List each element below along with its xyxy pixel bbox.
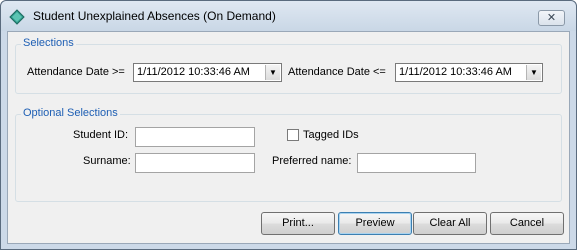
date-to-label: Attendance Date <= — [288, 66, 386, 78]
date-from-label: Attendance Date >= — [27, 66, 125, 78]
preferred-name-label: Preferred name: — [272, 155, 352, 167]
dialog-window: Student Unexplained Absences (On Demand)… — [0, 0, 577, 250]
surname-label: Surname: — [83, 155, 131, 167]
chevron-down-icon[interactable]: ▼ — [526, 65, 541, 80]
student-id-input[interactable] — [135, 127, 255, 147]
student-id-label: Student ID: — [73, 129, 129, 141]
app-icon — [9, 9, 25, 25]
tagged-ids-label[interactable]: Tagged IDs — [303, 129, 359, 141]
date-from-value: 1/11/2012 10:33:46 AM — [137, 66, 250, 78]
surname-input[interactable] — [135, 153, 255, 173]
date-from-picker[interactable]: 1/11/2012 10:33:46 AM ▼ — [133, 63, 282, 82]
selections-group-label: Selections — [21, 37, 76, 49]
preview-button[interactable]: Preview — [338, 212, 412, 235]
close-icon: ✕ — [546, 12, 557, 24]
window-title: Student Unexplained Absences (On Demand) — [33, 9, 276, 23]
cancel-button[interactable]: Cancel — [490, 212, 564, 235]
close-button[interactable]: ✕ — [538, 10, 565, 26]
clear-all-button[interactable]: Clear All — [413, 212, 487, 235]
chevron-down-icon[interactable]: ▼ — [265, 65, 280, 80]
date-to-value: 1/11/2012 10:33:46 AM — [399, 66, 512, 78]
optional-group-label: Optional Selections — [21, 107, 120, 119]
print-button[interactable]: Print... — [261, 212, 335, 235]
preferred-name-input[interactable] — [357, 153, 476, 173]
date-to-picker[interactable]: 1/11/2012 10:33:46 AM ▼ — [395, 63, 543, 82]
dialog-body: Selections Attendance Date >= 1/11/2012 … — [7, 31, 570, 244]
optional-selections-group: Optional Selections Student ID: Tagged I… — [15, 107, 562, 202]
selections-group: Selections Attendance Date >= 1/11/2012 … — [15, 37, 562, 94]
title-bar[interactable]: Student Unexplained Absences (On Demand)… — [1, 1, 576, 31]
tagged-ids-checkbox[interactable] — [287, 129, 299, 141]
